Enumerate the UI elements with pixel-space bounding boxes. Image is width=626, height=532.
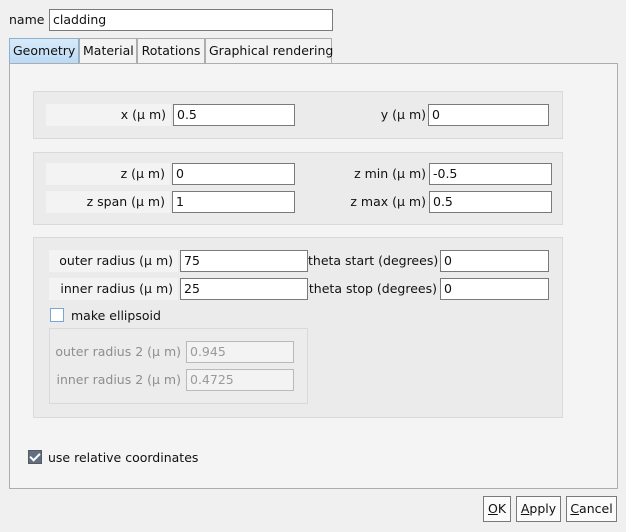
y-label: y (μ m) bbox=[380, 107, 426, 122]
ok-label-rest: K bbox=[497, 501, 507, 516]
outer-radius-2-field[interactable]: 0.945 bbox=[186, 341, 294, 363]
theta-stop-field[interactable]: 0 bbox=[440, 278, 549, 300]
x-field[interactable]: 0.5 bbox=[173, 104, 295, 126]
make-ellipsoid-checkbox[interactable] bbox=[50, 308, 64, 322]
z-max-field[interactable]: 0.5 bbox=[429, 191, 552, 213]
z-span-label: z span (μ m) bbox=[46, 191, 170, 213]
z-min-label: z min (μ m) bbox=[354, 166, 426, 181]
outer-radius-label: outer radius (μ m) bbox=[49, 250, 178, 272]
cancel-label-rest: ancel bbox=[579, 501, 613, 516]
ellipsoid-group bbox=[49, 328, 308, 404]
z-field[interactable]: 0 bbox=[172, 163, 295, 185]
theta-stop-label: theta stop (degrees) bbox=[308, 281, 437, 296]
apply-button[interactable]: Apply bbox=[516, 496, 561, 522]
use-relative-checkbox[interactable] bbox=[28, 450, 42, 464]
tab-material[interactable]: Material bbox=[79, 38, 137, 64]
z-max-label: z max (μ m) bbox=[350, 194, 426, 209]
z-min-field[interactable]: -0.5 bbox=[429, 163, 552, 185]
inner-radius-label: inner radius (μ m) bbox=[49, 278, 178, 300]
inner-radius-2-label: inner radius 2 (μ m) bbox=[56, 372, 181, 387]
cancel-mnemonic: C bbox=[570, 501, 580, 516]
z-span-field[interactable]: 1 bbox=[172, 191, 295, 213]
outer-radius-2-label: outer radius 2 (μ m) bbox=[55, 344, 181, 359]
name-label: name bbox=[9, 12, 45, 27]
use-relative-label: use relative coordinates bbox=[48, 450, 199, 465]
outer-radius-field[interactable]: 75 bbox=[180, 250, 308, 272]
cancel-button[interactable]: Cancel bbox=[566, 496, 617, 522]
apply-label-rest: pply bbox=[529, 501, 557, 516]
tab-rotations[interactable]: Rotations bbox=[137, 38, 205, 64]
make-ellipsoid-label: make ellipsoid bbox=[71, 308, 161, 323]
tab-geometry[interactable]: Geometry bbox=[9, 38, 79, 65]
z-label: z (μ m) bbox=[46, 163, 170, 185]
theta-start-label: theta start (degrees) bbox=[308, 253, 439, 268]
tab-graphical-rendering[interactable]: Graphical rendering bbox=[205, 38, 333, 64]
theta-start-field[interactable]: 0 bbox=[440, 250, 549, 272]
inner-radius-field[interactable]: 25 bbox=[180, 278, 308, 300]
ok-mnemonic: O bbox=[487, 501, 498, 516]
ok-button[interactable]: OK bbox=[483, 496, 511, 522]
x-label: x (μ m) bbox=[46, 104, 171, 126]
inner-radius-2-field[interactable]: 0.4725 bbox=[186, 369, 294, 391]
y-field[interactable]: 0 bbox=[428, 104, 549, 126]
name-field[interactable]: cladding bbox=[49, 9, 333, 31]
